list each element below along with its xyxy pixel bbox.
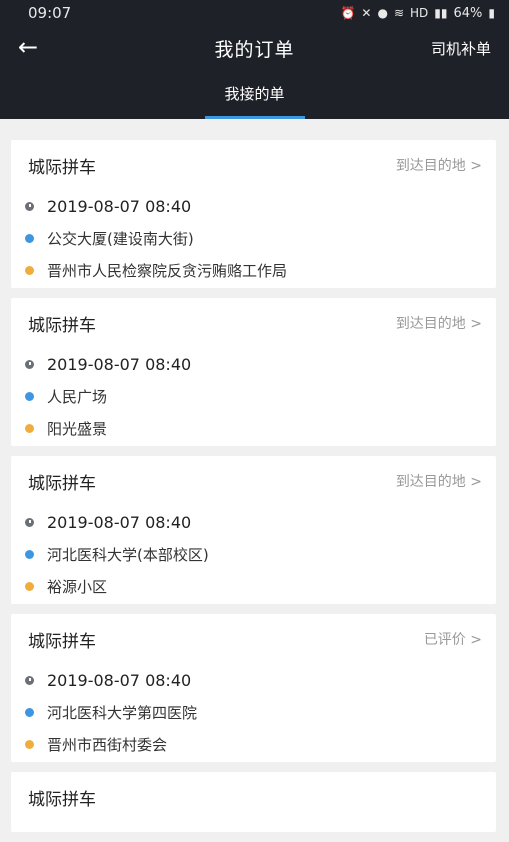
back-arrow-icon[interactable]: ← bbox=[18, 34, 44, 60]
order-type: 城际拼车 bbox=[28, 631, 96, 652]
order-origin: 公交大厦(建设南大街) bbox=[47, 229, 194, 248]
order-type: 城际拼车 bbox=[28, 789, 96, 810]
nav-bar: ← 我的订单 司机补单 bbox=[0, 26, 509, 70]
tab-active-indicator bbox=[204, 116, 305, 119]
page-title: 我的订单 bbox=[214, 38, 295, 61]
order-destination: 阳光盛景 bbox=[47, 419, 108, 438]
wifi-icon: ≋ bbox=[393, 6, 404, 20]
status-time: 09:07 bbox=[28, 4, 72, 22]
order-destination: 裕源小区 bbox=[47, 577, 108, 596]
location-icon: ● bbox=[377, 6, 388, 20]
mute-icon: ✕ bbox=[361, 6, 372, 20]
battery-icon: ▮ bbox=[488, 6, 495, 20]
order-type: 城际拼车 bbox=[28, 473, 96, 494]
battery-percent: 64% bbox=[453, 5, 483, 21]
order-card[interactable]: 城际拼车 到达目的地 > 2019-08-07 08:40 人民广场 阳光盛景 bbox=[11, 298, 496, 446]
order-time: 2019-08-07 08:40 bbox=[47, 354, 192, 374]
order-card[interactable]: 城际拼车 到达目的地 > 2019-08-07 08:40 河北医科大学(本部校… bbox=[11, 456, 496, 604]
order-card[interactable]: 城际拼车 到达目的地 > 2019-08-07 08:40 公交大厦(建设南大街… bbox=[11, 140, 496, 288]
start-point-icon bbox=[25, 549, 34, 559]
order-card[interactable]: 城际拼车 已评价 > 2019-08-07 08:40 河北医科大学第四医院 晋… bbox=[11, 614, 496, 762]
order-origin: 河北医科大学第四医院 bbox=[47, 703, 198, 722]
clock-icon bbox=[25, 201, 34, 211]
order-list: 城际拼车 到达目的地 > 2019-08-07 08:40 公交大厦(建设南大街… bbox=[11, 140, 496, 842]
clock-icon bbox=[25, 517, 34, 527]
header: 09:07 ⏰ ✕ ● ≋ HD ▮▮ 64% ▮ ← 我的订单 司机补单 我接… bbox=[0, 0, 509, 119]
order-time: 2019-08-07 08:40 bbox=[47, 196, 192, 216]
order-time: 2019-08-07 08:40 bbox=[47, 670, 192, 690]
signal-icon: ▮▮ bbox=[434, 6, 448, 20]
start-point-icon bbox=[25, 391, 34, 401]
status-bar: 09:07 ⏰ ✕ ● ≋ HD ▮▮ 64% ▮ bbox=[0, 0, 509, 26]
hd-label: HD bbox=[410, 6, 429, 20]
tab-label: 我接的单 bbox=[224, 85, 285, 103]
tab-my-accepted-orders[interactable]: 我接的单 bbox=[204, 70, 305, 119]
order-status-link[interactable]: 已评价 > bbox=[424, 629, 482, 649]
end-point-icon bbox=[25, 265, 34, 275]
alarm-icon: ⏰ bbox=[340, 6, 356, 20]
clock-icon bbox=[25, 675, 34, 685]
order-status-link[interactable]: 到达目的地 > bbox=[396, 471, 482, 491]
end-point-icon bbox=[25, 739, 34, 749]
tab-bar: 我接的单 bbox=[0, 70, 509, 119]
status-icons: ⏰ ✕ ● ≋ HD ▮▮ 64% ▮ bbox=[340, 6, 495, 21]
end-point-icon bbox=[25, 423, 34, 433]
order-origin: 河北医科大学(本部校区) bbox=[47, 545, 209, 564]
clock-icon bbox=[25, 359, 34, 369]
order-status-link[interactable]: 到达目的地 > bbox=[396, 155, 482, 175]
order-destination: 晋州市人民检察院反贪污贿赂工作局 bbox=[47, 261, 288, 280]
start-point-icon bbox=[25, 233, 34, 243]
order-origin: 人民广场 bbox=[47, 387, 108, 406]
order-status-link[interactable]: 到达目的地 > bbox=[396, 313, 482, 333]
order-type: 城际拼车 bbox=[28, 315, 96, 336]
start-point-icon bbox=[25, 707, 34, 717]
order-destination: 晋州市西街村委会 bbox=[47, 735, 168, 754]
order-time: 2019-08-07 08:40 bbox=[47, 512, 192, 532]
driver-supplement-order-button[interactable]: 司机补单 bbox=[431, 38, 491, 59]
order-type: 城际拼车 bbox=[28, 157, 96, 178]
end-point-icon bbox=[25, 581, 34, 591]
order-card[interactable]: 城际拼车 bbox=[11, 772, 496, 832]
